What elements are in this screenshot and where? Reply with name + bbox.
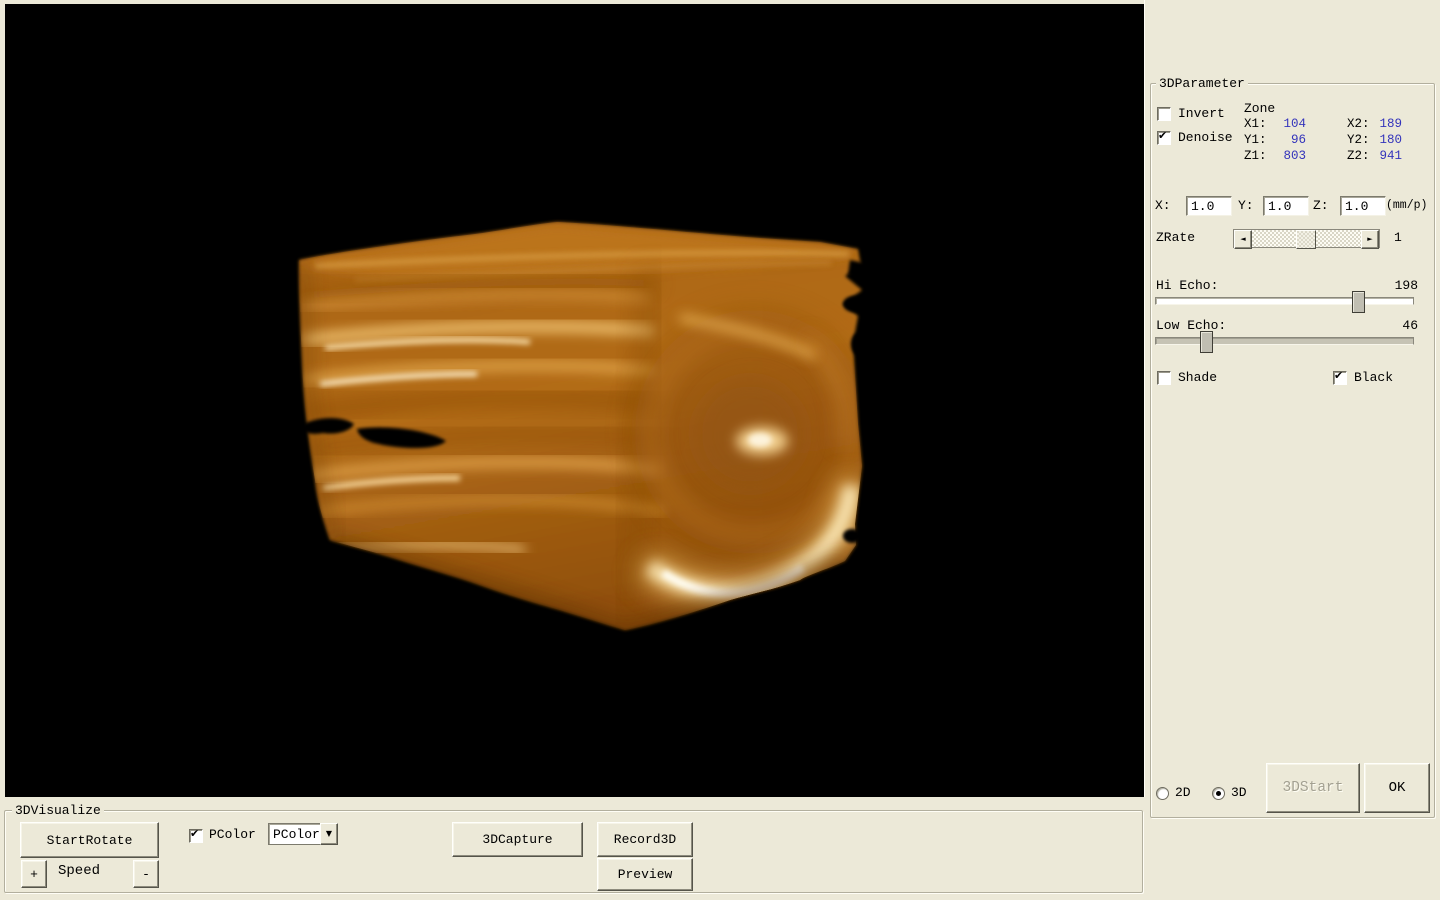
pcolor-dropdown-button[interactable]: ▼ xyxy=(320,823,338,845)
record-3d-button[interactable]: Record3D xyxy=(597,822,693,857)
parameter-groupbox xyxy=(1150,83,1435,818)
black-checkbox[interactable]: ✔ xyxy=(1333,371,1347,385)
pcolor-label: PColor xyxy=(209,827,256,842)
zone-x2-value: 189 xyxy=(1362,117,1402,132)
mode-3d-label: 3D xyxy=(1231,785,1247,800)
x-scale-input[interactable]: 1.0 xyxy=(1186,196,1232,216)
hi-echo-value: 198 xyxy=(1378,278,1418,293)
hi-echo-slider-thumb[interactable] xyxy=(1352,291,1365,313)
zone-x1-value: 104 xyxy=(1266,117,1306,132)
low-echo-label: Low Echo: xyxy=(1156,318,1226,333)
z-scale-input[interactable]: 1.0 xyxy=(1340,196,1386,216)
speed-label: Speed xyxy=(58,864,100,879)
denoise-checkbox[interactable]: ✔ xyxy=(1157,131,1171,145)
pcolor-dropdown-value: PColor xyxy=(268,823,320,845)
speed-minus-button[interactable]: - xyxy=(133,860,159,888)
mode-3d-radio[interactable] xyxy=(1212,787,1225,800)
preview-button[interactable]: Preview xyxy=(597,858,693,891)
zrate-value: 1 xyxy=(1394,230,1402,245)
x-scale-label: X: xyxy=(1155,198,1171,213)
start-3d-button[interactable]: 3DStart xyxy=(1266,763,1360,813)
black-label: Black xyxy=(1354,370,1393,385)
checkmark-icon: ✔ xyxy=(1334,369,1343,383)
low-echo-value: 46 xyxy=(1378,318,1418,333)
pcolor-checkbox[interactable]: ✔ xyxy=(189,829,203,843)
shade-checkbox[interactable] xyxy=(1157,371,1171,385)
start-rotate-button[interactable]: StartRotate xyxy=(20,822,159,858)
zone-z2-value: 941 xyxy=(1362,149,1402,164)
invert-label: Invert xyxy=(1178,106,1225,121)
zone-x1-label: X1: xyxy=(1244,117,1267,132)
capture-3d-button[interactable]: 3DCapture xyxy=(452,822,583,857)
scale-unit-label: (mm/p) xyxy=(1386,198,1427,213)
speed-plus-button[interactable]: + xyxy=(21,860,47,888)
scroll-left-icon: ◄ xyxy=(1240,236,1245,243)
mode-2d-label: 2D xyxy=(1175,785,1191,800)
volume-render-3d xyxy=(5,4,1144,797)
render-viewport[interactable] xyxy=(5,4,1144,797)
low-echo-slider-thumb[interactable] xyxy=(1200,331,1213,353)
parameter-group-title: 3DParameter xyxy=(1156,76,1248,91)
low-echo-slider-track[interactable] xyxy=(1155,337,1414,345)
zrate-scroll-right-button[interactable]: ► xyxy=(1361,230,1379,249)
zone-z1-value: 803 xyxy=(1266,149,1306,164)
y-scale-label: Y: xyxy=(1238,198,1254,213)
zrate-label: ZRate xyxy=(1156,230,1195,245)
zrate-scroll-thumb[interactable] xyxy=(1296,230,1316,249)
ok-button[interactable]: OK xyxy=(1364,763,1430,813)
app-window: 3DParameter Invert ✔ Denoise Zone X1: 10… xyxy=(0,0,1440,900)
y-scale-input[interactable]: 1.0 xyxy=(1263,196,1309,216)
zrate-scroll-left-button[interactable]: ◄ xyxy=(1234,230,1252,249)
checkmark-icon: ✔ xyxy=(190,827,199,841)
zone-y1-label: Y1: xyxy=(1244,133,1267,148)
chevron-down-icon: ▼ xyxy=(326,830,332,838)
zone-y2-value: 180 xyxy=(1362,133,1402,148)
visualize-group-title: 3DVisualize xyxy=(12,803,104,818)
scroll-right-icon: ► xyxy=(1367,236,1372,243)
checkmark-icon: ✔ xyxy=(1158,129,1167,143)
pcolor-dropdown[interactable]: PColor ▼ xyxy=(268,823,338,845)
hi-echo-slider-track[interactable] xyxy=(1155,297,1414,305)
zone-z1-label: Z1: xyxy=(1244,149,1267,164)
hi-echo-label: Hi Echo: xyxy=(1156,278,1218,293)
mode-2d-radio[interactable] xyxy=(1156,787,1169,800)
zone-y1-value: 96 xyxy=(1266,133,1306,148)
denoise-label: Denoise xyxy=(1178,130,1233,145)
invert-checkbox[interactable] xyxy=(1157,107,1171,121)
zone-label: Zone xyxy=(1244,101,1275,116)
z-scale-label: Z: xyxy=(1313,198,1329,213)
shade-label: Shade xyxy=(1178,370,1217,385)
zrate-scrollbar[interactable]: ◄ ► xyxy=(1233,229,1380,248)
